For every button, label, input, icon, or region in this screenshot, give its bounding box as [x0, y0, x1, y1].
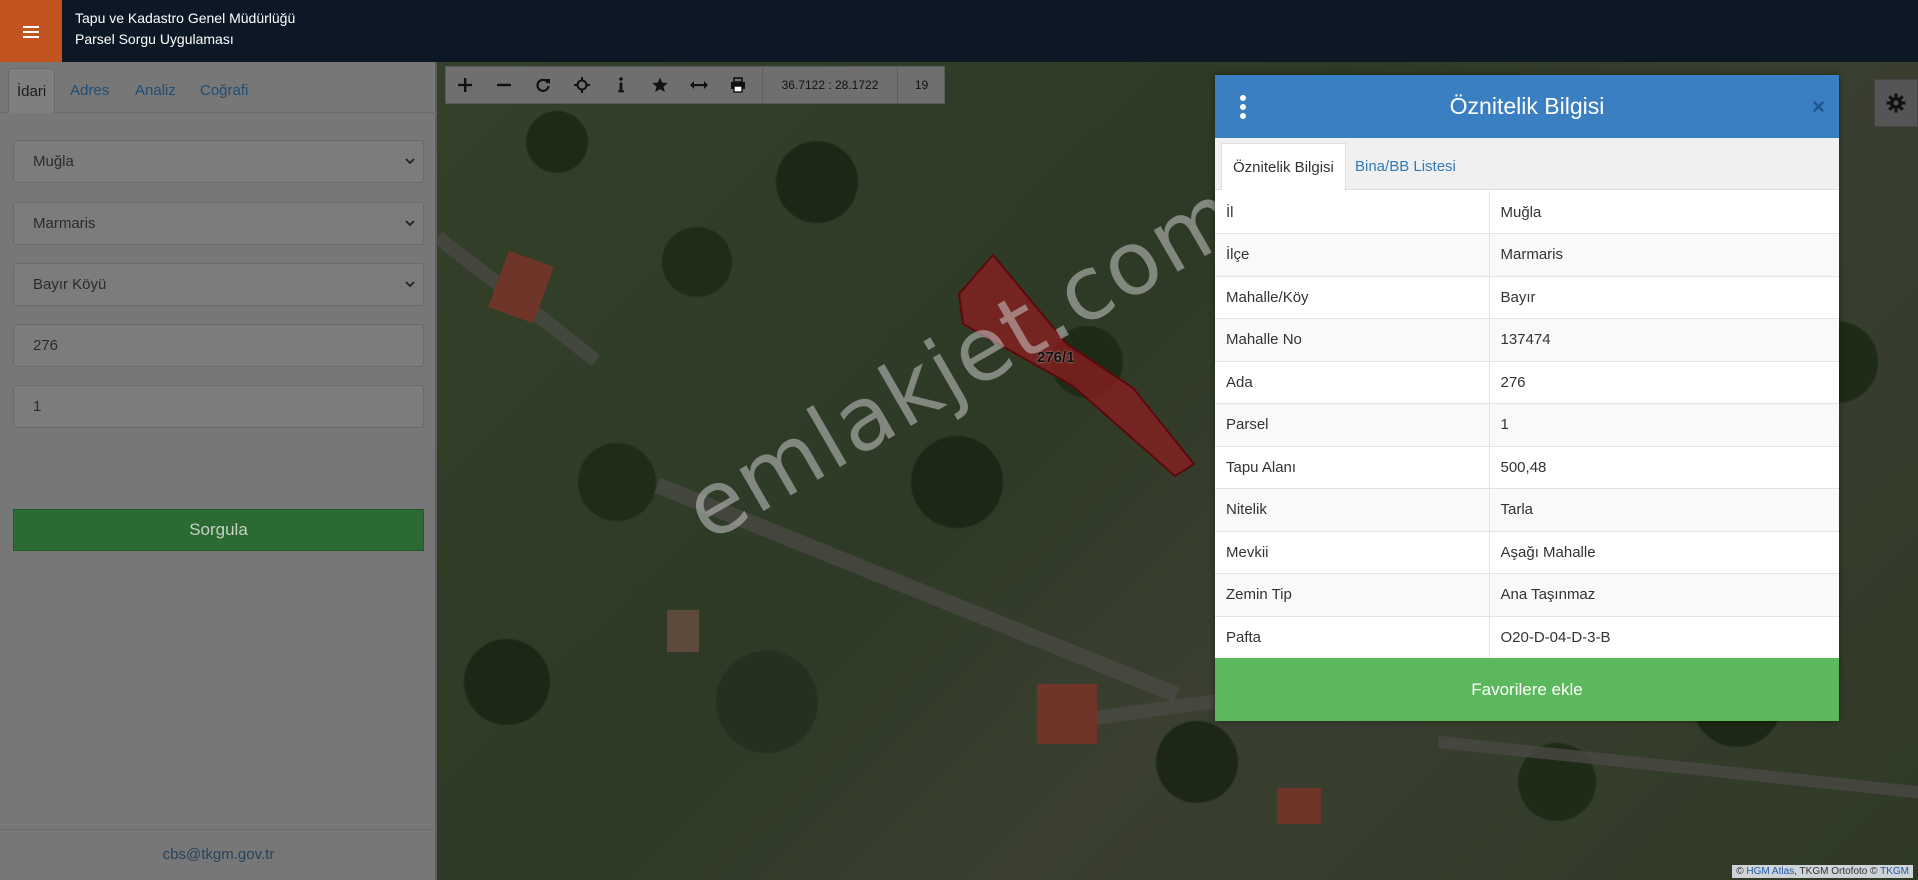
- attribute-table: İl Muğla İlçe Marmaris Mahalle/Köy Bayır Mahal…: [1215, 191, 1839, 659]
- attribute-key: Mahalle No: [1215, 318, 1490, 362]
- zoom-in-icon: [458, 78, 472, 92]
- attribute-value: 500,48: [1489, 446, 1839, 489]
- attribute-value: Ana Taşınmaz: [1489, 573, 1839, 617]
- tab-idari[interactable]: İdari: [8, 68, 56, 113]
- attribute-row: Ada 276: [1215, 361, 1839, 404]
- refresh-icon: [536, 78, 550, 92]
- print-button[interactable]: [719, 67, 757, 103]
- coordinate-readout: 36.7122 : 28.1722: [762, 67, 898, 103]
- attribute-value: Marmaris: [1489, 233, 1839, 277]
- attribute-value: 137474: [1489, 318, 1839, 362]
- map-attribution: © HGM Atlas, TKGM Ortofoto © TKGM: [1732, 865, 1913, 878]
- locate-icon: [574, 77, 590, 93]
- attribute-key: Parsel: [1215, 403, 1490, 447]
- ilce-select[interactable]: Marmaris: [13, 202, 424, 245]
- info-icon: [618, 77, 624, 93]
- zoom-out-icon: [497, 83, 511, 87]
- attribute-key: Tapu Alanı: [1215, 446, 1490, 489]
- attribute-value: 1: [1489, 403, 1839, 447]
- settings-icon: [1886, 93, 1906, 113]
- il-select-value: Muğla: [33, 153, 74, 170]
- sidebar-footer: cbs@tkgm.gov.tr: [0, 829, 437, 880]
- attribute-value: Tarla: [1489, 488, 1839, 532]
- ilce-select-value: Marmaris: [33, 215, 96, 232]
- attribute-row: Mevkii Aşağı Mahalle: [1215, 531, 1839, 574]
- attribute-value: O20-D-04-D-3-B: [1489, 616, 1839, 659]
- app-title-line1: Tapu ve Kadastro Genel Müdürlüğü: [75, 10, 296, 26]
- attribute-row: Zemin Tip Ana Taşınmaz: [1215, 573, 1839, 617]
- zoom-out-button[interactable]: [485, 67, 523, 103]
- attribute-key: Zemin Tip: [1215, 573, 1490, 617]
- dialog-header: Öznitelik Bilgisi ×: [1215, 75, 1839, 138]
- refresh-button[interactable]: [524, 67, 562, 103]
- tab-analiz[interactable]: Analiz: [127, 68, 184, 113]
- zoom-in-button[interactable]: [446, 67, 484, 103]
- chevron-down-icon: [405, 281, 415, 288]
- tab-cografi[interactable]: Coğrafi: [192, 68, 256, 113]
- attribute-key: Mevkii: [1215, 531, 1490, 574]
- ada-input[interactable]: 276: [13, 324, 424, 367]
- attribute-key: İl: [1215, 191, 1490, 234]
- top-bar: Tapu ve Kadastro Genel Müdürlüğü Parsel …: [0, 0, 1918, 62]
- chevron-down-icon: [405, 220, 415, 227]
- attribute-value: 276: [1489, 361, 1839, 404]
- measure-button[interactable]: [680, 67, 718, 103]
- attribute-key: Mahalle/Köy: [1215, 276, 1490, 319]
- hgm-atlas-link[interactable]: HGM Atlas: [1746, 866, 1794, 877]
- sidebar-tabs: İdari Adres Analiz Coğrafi: [0, 62, 437, 113]
- tab-bina-bb-listesi[interactable]: Bina/BB Listesi: [1344, 143, 1467, 190]
- measure-icon: [690, 81, 708, 89]
- dialog-tabs: Öznitelik Bilgisi Bina/BB Listesi: [1215, 138, 1839, 190]
- attribute-row: Mahalle/Köy Bayır: [1215, 276, 1839, 319]
- attribute-row: İlçe Marmaris: [1215, 233, 1839, 277]
- sidebar: İdari Adres Analiz Coğrafi Muğla Marmari…: [0, 62, 437, 880]
- attribute-dialog: Öznitelik Bilgisi × Öznitelik Bilgisi Bi…: [1215, 75, 1839, 721]
- locate-button[interactable]: [563, 67, 601, 103]
- parsel-input[interactable]: 1: [13, 385, 424, 428]
- attribute-key: İlçe: [1215, 233, 1490, 277]
- parsel-input-value: 1: [33, 398, 42, 415]
- favorite-button[interactable]: Favorilere ekle: [1215, 658, 1839, 721]
- attribute-row: Tapu Alanı 500,48: [1215, 446, 1839, 489]
- attribute-row: Mahalle No 137474: [1215, 318, 1839, 362]
- attribute-key: Ada: [1215, 361, 1490, 404]
- star-icon: [652, 77, 668, 92]
- zoom-level: 19: [914, 78, 929, 92]
- map-toolbar: 36.7122 : 28.1722 19: [445, 66, 945, 104]
- attribute-value: Muğla: [1489, 191, 1839, 234]
- attribute-value: Aşağı Mahalle: [1489, 531, 1839, 574]
- print-icon: [731, 77, 745, 93]
- il-select[interactable]: Muğla: [13, 140, 424, 183]
- attribute-row: Nitelik Tarla: [1215, 488, 1839, 532]
- chevron-down-icon: [405, 158, 415, 165]
- menu-icon: [23, 25, 39, 38]
- attribute-key: Nitelik: [1215, 488, 1490, 532]
- sorgula-button[interactable]: Sorgula: [13, 509, 424, 551]
- favorites-button[interactable]: [641, 67, 679, 103]
- tkgm-link[interactable]: TKGM: [1880, 866, 1909, 877]
- attribute-key: Pafta: [1215, 616, 1490, 659]
- app-title: Tapu ve Kadastro Genel Müdürlüğü Parsel …: [75, 8, 295, 50]
- contact-email-link[interactable]: cbs@tkgm.gov.tr: [163, 846, 275, 863]
- close-icon[interactable]: ×: [1812, 93, 1825, 121]
- attribution-prefix: ©: [1736, 866, 1744, 877]
- attribute-value: Bayır: [1489, 276, 1839, 319]
- info-button[interactable]: [602, 67, 640, 103]
- settings-button[interactable]: [1874, 79, 1918, 127]
- attribute-row: Pafta O20-D-04-D-3-B: [1215, 616, 1839, 659]
- tab-adres[interactable]: Adres: [62, 68, 117, 113]
- menu-button[interactable]: [0, 0, 62, 62]
- mahalle-select[interactable]: Bayır Köyü: [13, 263, 424, 306]
- attribution-middle: , TKGM Ortofoto ©: [1794, 866, 1878, 877]
- attribute-row: Parsel 1: [1215, 403, 1839, 447]
- app-title-line2: Parsel Sorgu Uygulaması: [75, 31, 234, 47]
- ada-input-value: 276: [33, 337, 59, 354]
- attribute-row: İl Muğla: [1215, 191, 1839, 234]
- tab-oznitelik-bilgisi[interactable]: Öznitelik Bilgisi: [1221, 143, 1346, 190]
- dialog-title: Öznitelik Bilgisi: [1449, 93, 1605, 119]
- mahalle-select-value: Bayır Köyü: [33, 276, 107, 293]
